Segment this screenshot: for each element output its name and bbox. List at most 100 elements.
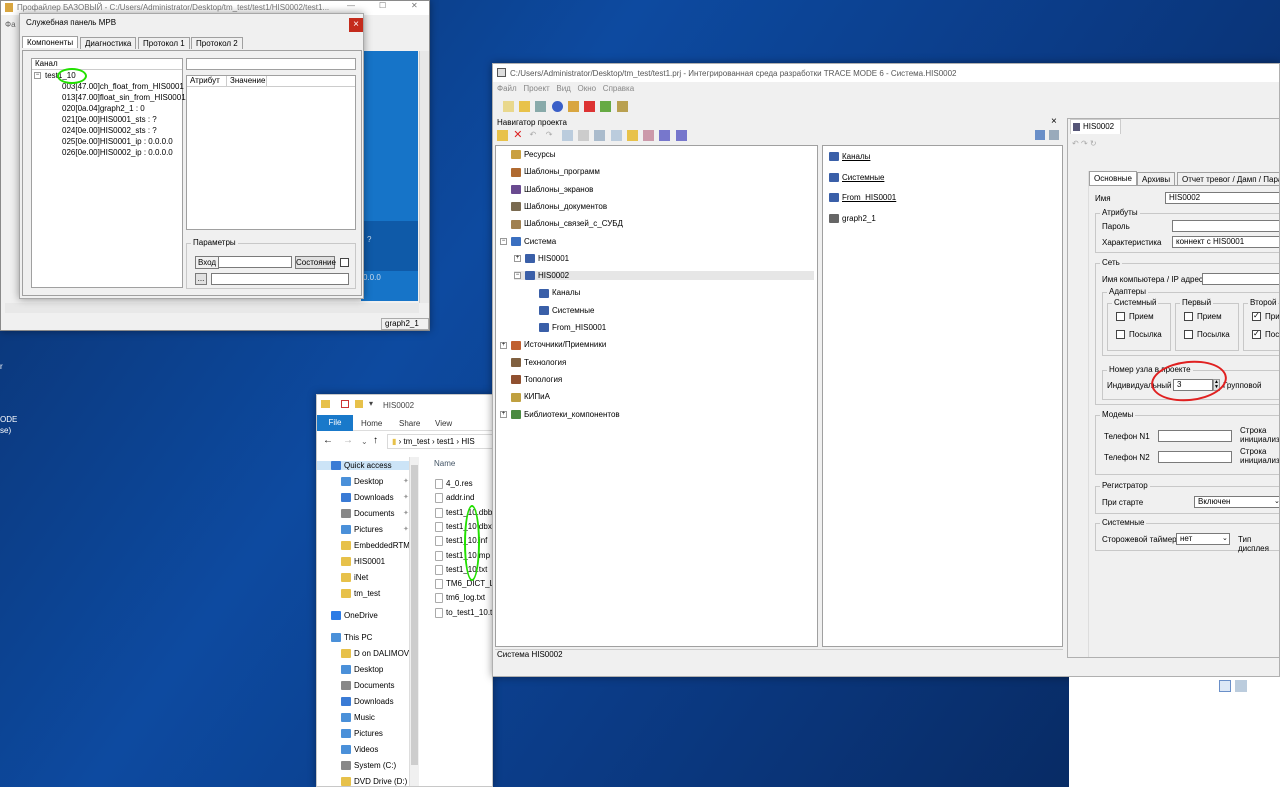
menu-view[interactable]: Вид (556, 84, 570, 93)
file-row[interactable]: addr.ind (435, 493, 474, 504)
qat-dropdown-icon[interactable]: ▾ (369, 399, 373, 408)
pin-icon[interactable]: ✦ (403, 525, 409, 533)
details-view-icon[interactable] (1219, 680, 1231, 692)
profiler-menu-stub[interactable]: Фа (5, 20, 16, 29)
run-icon[interactable] (584, 101, 596, 112)
recent-dropdown-icon[interactable]: ⌄ (361, 437, 368, 446)
file-row[interactable]: test1_10.dbb (435, 507, 492, 518)
content-item[interactable]: Каналы (829, 152, 870, 162)
navigator-close[interactable]: × (1051, 116, 1057, 127)
content-item[interactable]: From_HIS0001 (829, 193, 896, 203)
props-tab-alarms[interactable]: Отчет тревог / Дамп / Парам (1177, 172, 1279, 186)
ribbon-home-tab[interactable]: Home (361, 419, 382, 428)
channel-item[interactable]: 024[0e.00]HIS0002_sts : ? (62, 126, 157, 135)
channel-item[interactable]: 026[0e.00]HIS0002_ip : 0.0.0.0 (62, 148, 173, 157)
tree-node[interactable]: Шаблоны_связей_с_СУБД (500, 219, 623, 229)
file-row[interactable]: tm6_log.txt (435, 593, 485, 604)
tab-components[interactable]: Компоненты (22, 36, 79, 48)
props-doc-tab[interactable]: HIS0002 (1070, 119, 1122, 134)
path-seg-2[interactable]: test1 (437, 437, 454, 446)
menu-help[interactable]: Справка (603, 84, 634, 93)
password-field[interactable] (1172, 220, 1279, 232)
tree-node[interactable]: Системные (528, 306, 594, 316)
new-folder-icon[interactable] (355, 400, 363, 408)
first-recv-checkbox[interactable] (1184, 312, 1193, 322)
menu-file[interactable]: Файл (497, 84, 517, 93)
path-field[interactable] (211, 273, 349, 285)
tab-protocol-2[interactable]: Протокол 2 (191, 37, 243, 49)
channel-item[interactable]: 003[47.00]ch_float_from_HIS0001 : 0 (62, 82, 195, 91)
channel-tree[interactable]: Канал − test1_10 003[47.00]ch_float_from_… (31, 58, 197, 288)
path-seg-3[interactable]: HIS (461, 437, 474, 446)
name-field[interactable]: HIS0002 (1165, 192, 1279, 204)
ribbon-share-tab[interactable]: Share (399, 419, 420, 428)
ribbon-view-tab[interactable]: View (435, 419, 452, 428)
profiler-hscroll[interactable] (5, 303, 419, 313)
phone2-field[interactable] (1158, 451, 1232, 463)
close-button[interactable]: × (349, 18, 363, 32)
info-icon[interactable] (551, 101, 563, 112)
nav-item[interactable]: OneDrive (331, 611, 411, 621)
char-field[interactable]: коннект с HIS0001 (1172, 236, 1279, 248)
start-dropdown-icon[interactable]: ⌄ (1274, 497, 1279, 505)
find-icon[interactable] (643, 130, 655, 141)
new-icon[interactable] (503, 101, 514, 112)
address-bar[interactable]: ▮ › tm_test › test1 › HIS (387, 434, 492, 449)
state-button[interactable]: Состояние (295, 256, 336, 269)
tree-node[interactable]: Шаблоны_экранов (500, 185, 593, 194)
ip-field[interactable] (1202, 273, 1279, 285)
content-item[interactable]: Системные (829, 173, 884, 182)
file-row[interactable]: TM6_DICT_LA (435, 579, 492, 590)
paste-icon[interactable] (578, 130, 590, 141)
refresh-icon[interactable]: ↻ (1090, 139, 1097, 148)
redo-props-icon[interactable]: ↷ (1081, 139, 1088, 148)
pin-icon[interactable] (1049, 130, 1059, 140)
tree-node[interactable]: From_HIS0001 (528, 323, 606, 333)
nav-item[interactable]: Videos (341, 745, 411, 755)
second-send-checkbox[interactable] (1252, 329, 1261, 340)
file-row[interactable]: 4_0.res (435, 479, 473, 489)
nav-item[interactable]: D on DALIMOV- (341, 649, 411, 659)
tree-node[interactable]: Шаблоны_документов (500, 202, 607, 212)
nav-item[interactable]: iNet (341, 573, 411, 583)
open-icon[interactable] (519, 101, 531, 112)
expander-icon[interactable]: − (514, 272, 521, 280)
tree-node[interactable]: − Система (500, 237, 556, 246)
watchdog-dropdown-icon[interactable]: ⌄ (1222, 534, 1228, 542)
expander-icon[interactable]: + (500, 341, 507, 349)
maximize-icon[interactable]: ☐ (379, 1, 386, 10)
tree-node[interactable]: + HIS0001 (514, 254, 569, 264)
back-icon[interactable]: ← (323, 435, 333, 446)
tree-node[interactable]: + Библиотеки_компонентов (500, 410, 620, 419)
second-recv[interactable]: Прие (1252, 311, 1279, 322)
props-tab-main[interactable]: Основные (1089, 171, 1137, 185)
pin-icon[interactable]: ✦ (403, 509, 409, 517)
tree-icon[interactable] (659, 130, 671, 141)
menu-project[interactable]: Проект (523, 84, 549, 93)
import-icon[interactable] (594, 130, 606, 141)
nav-item[interactable]: Pictures ✦ (341, 525, 411, 535)
tree-node[interactable]: Технология (500, 358, 566, 367)
nav-item[interactable]: DVD Drive (D:) C (341, 777, 415, 786)
pin-icon[interactable]: ✦ (403, 477, 409, 485)
tree-node[interactable]: Каналы (528, 288, 580, 298)
undo-props-icon[interactable]: ↶ (1072, 139, 1079, 148)
nav-item[interactable]: Downloads (341, 697, 411, 707)
add-icon[interactable] (497, 130, 508, 141)
props-tab-archives[interactable]: Архивы (1137, 172, 1176, 186)
browse-button[interactable]: ... (195, 273, 207, 285)
tree-node[interactable]: Топология (500, 375, 562, 385)
start-select[interactable]: Включен (1194, 496, 1279, 508)
nav-item[interactable]: Pictures (341, 729, 411, 739)
tab-protocol-1[interactable]: Протокол 1 (138, 37, 190, 49)
sys-recv[interactable]: Прием (1116, 312, 1154, 322)
input-field[interactable] (218, 256, 292, 268)
nav-item[interactable]: tm_test (341, 589, 411, 599)
save-icon[interactable] (535, 101, 547, 112)
file-row[interactable]: test1_10.mp (435, 550, 490, 561)
check-icon[interactable] (341, 400, 349, 408)
debug-icon[interactable] (600, 101, 612, 112)
tree-node[interactable]: + Источники/Приемники (500, 340, 606, 350)
name-column-header[interactable]: Name (434, 459, 455, 468)
state-checkbox[interactable] (340, 258, 349, 267)
